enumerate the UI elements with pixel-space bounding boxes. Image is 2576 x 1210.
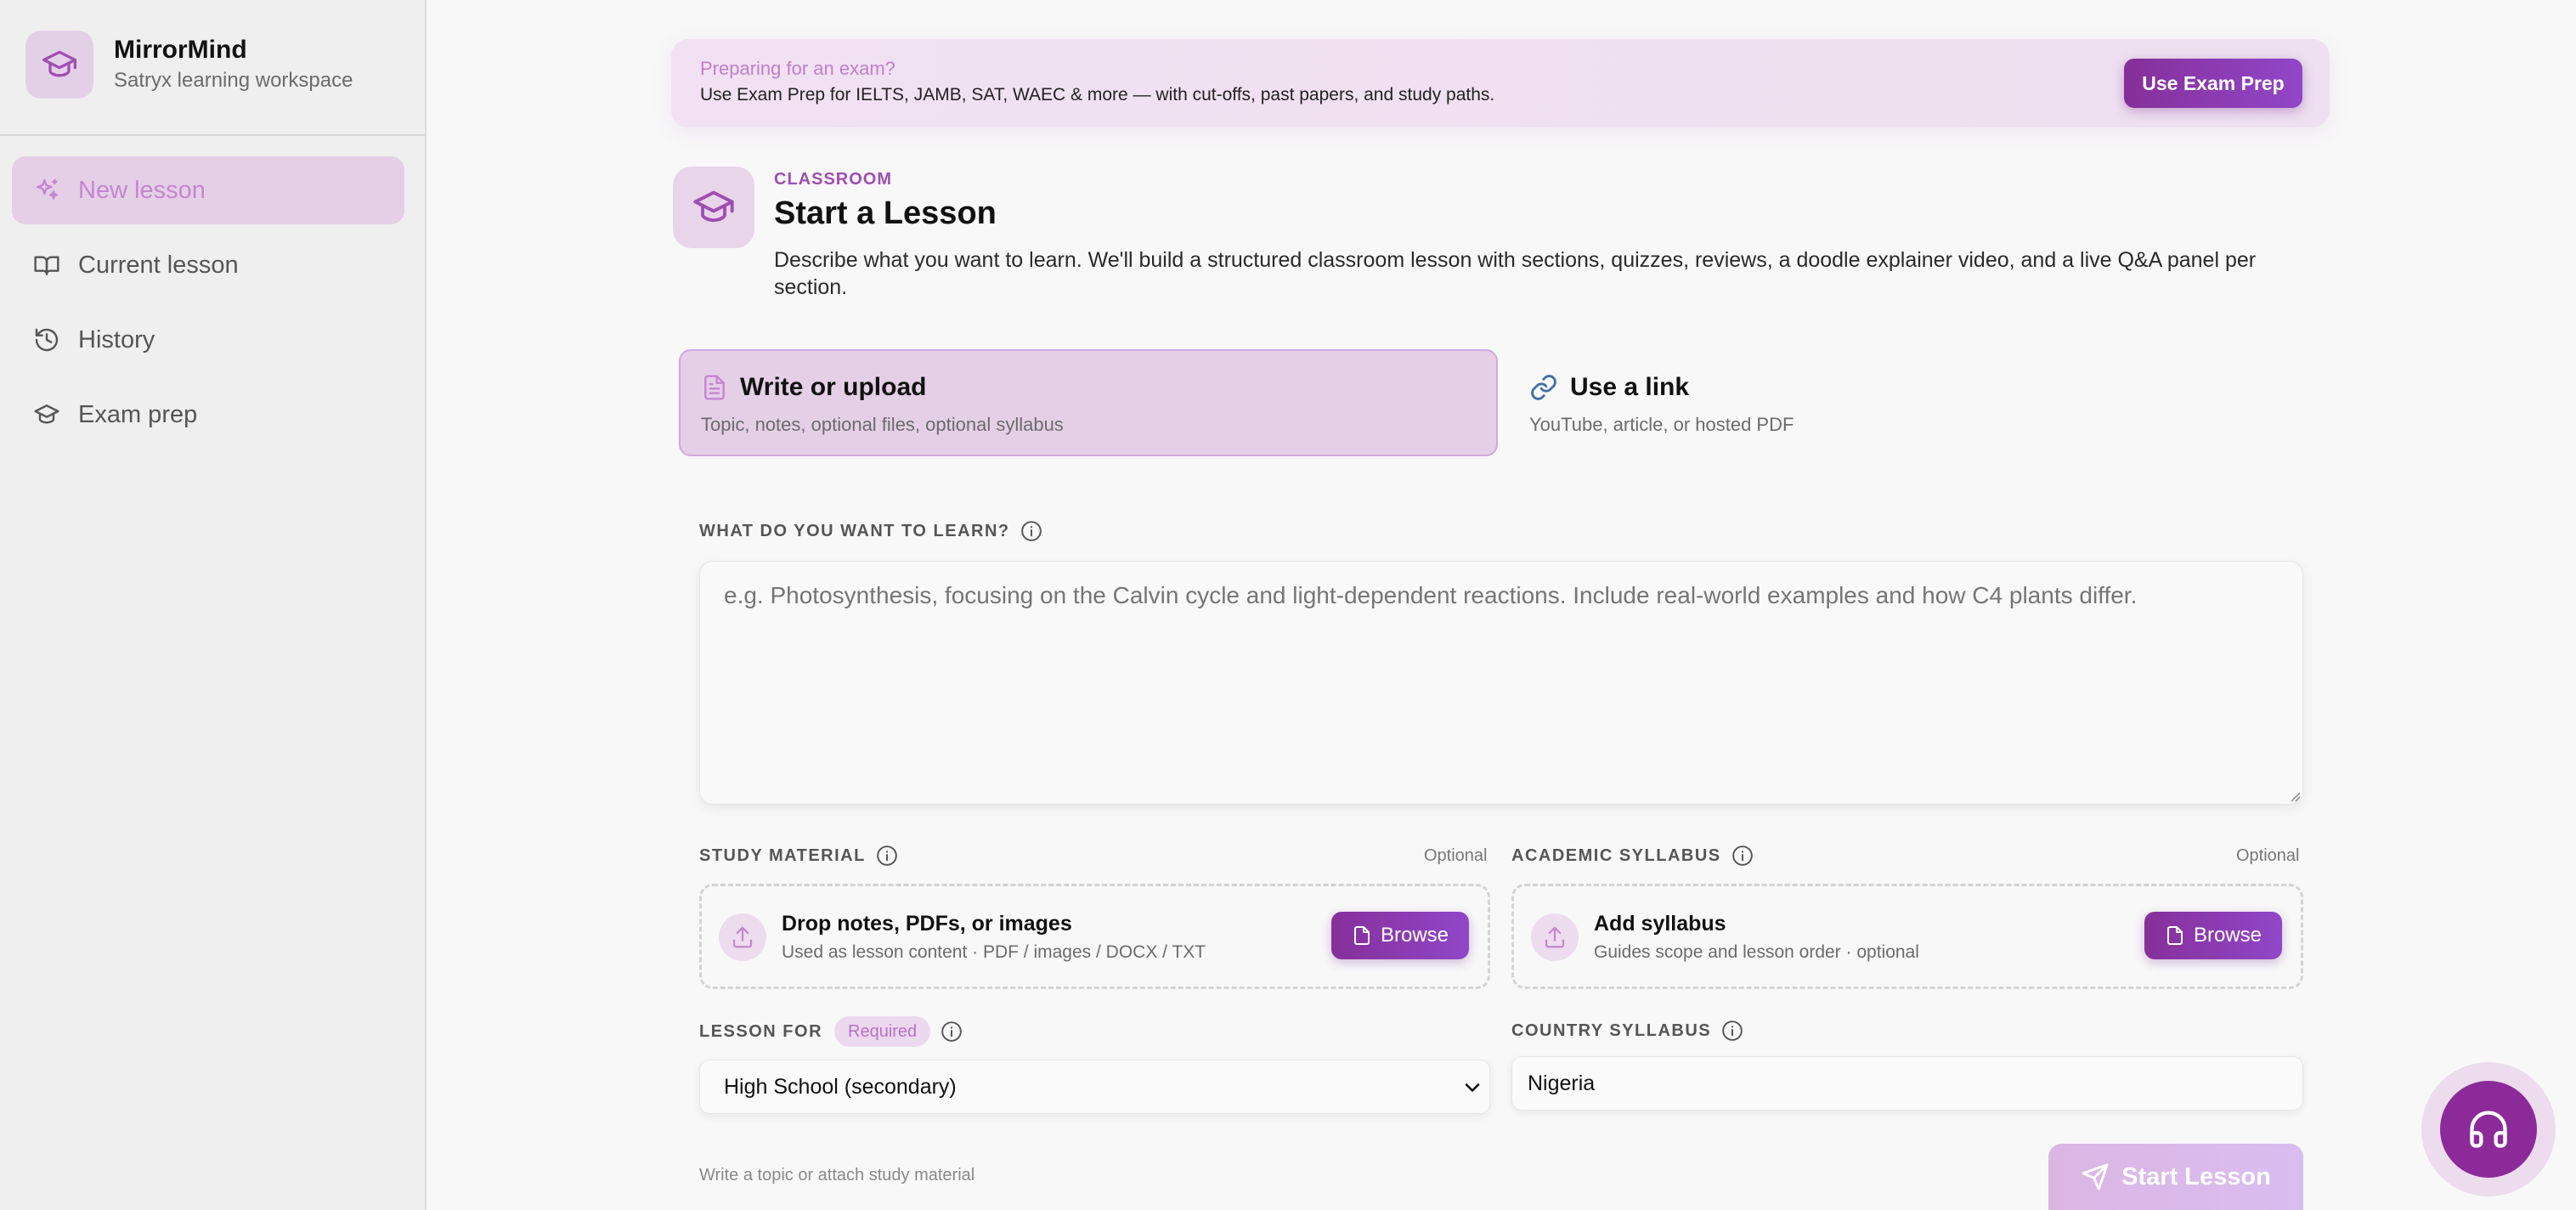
sidebar-item-label: Current lesson [78, 251, 239, 279]
brand[interactable]: MirrorMind Satryx learning workspace [25, 31, 353, 99]
banner-title: Preparing for an exam? [700, 58, 895, 79]
country-syllabus-input[interactable]: Nigeria [1511, 1056, 2303, 1111]
sidebar-item-label: Exam prep [78, 400, 198, 428]
topic-input[interactable] [699, 561, 2303, 805]
sidebar-item-current-lesson[interactable]: Current lesson [12, 231, 404, 299]
academic-syllabus-label-text: ACADEMIC SYLLABUS [1511, 845, 1721, 865]
history-icon [32, 325, 61, 354]
dropzone-title: Add syllabus [1594, 912, 1726, 936]
sidebar-item-label: New lesson [78, 176, 206, 204]
use-exam-prep-button[interactable]: Use Exam Prep [2124, 59, 2302, 108]
graduation-cap-icon [32, 400, 61, 429]
page-title: Start a Lesson [774, 195, 997, 231]
browse-syllabus-button[interactable]: Browse [2144, 912, 2282, 959]
country-syllabus-label: COUNTRY SYLLABUS [1511, 1020, 1743, 1042]
sidebar-divider [0, 134, 425, 136]
exam-prep-banner: Preparing for an exam? Use Exam Prep for… [671, 39, 2330, 127]
brand-subtitle: Satryx learning workspace [114, 69, 353, 92]
mode-subtitle: Topic, notes, optional files, optional s… [701, 414, 1064, 435]
mode-subtitle: YouTube, article, or hosted PDF [1529, 414, 1794, 435]
graduation-cap-icon [25, 31, 93, 99]
book-icon [32, 251, 61, 280]
graduation-cap-icon [673, 167, 754, 248]
dropzone-subtitle: Guides scope and lesson order · optional [1594, 942, 1919, 962]
sidebar-item-new-lesson[interactable]: New lesson [12, 156, 404, 224]
academic-syllabus-label: ACADEMIC SYLLABUS [1511, 845, 1754, 867]
sidebar-item-label: History [78, 325, 155, 353]
link-icon [1529, 373, 1558, 402]
app-root: MirrorMind Satryx learning workspace New… [0, 0, 2576, 1210]
brand-name: MirrorMind [114, 36, 247, 64]
sparkles-icon [32, 176, 61, 205]
mode-title: Write or upload [740, 373, 927, 401]
info-icon[interactable] [1721, 1020, 1743, 1042]
start-lesson-label: Start Lesson [2121, 1162, 2271, 1190]
study-material-label: STUDY MATERIAL [699, 845, 898, 867]
topic-label-text: WHAT DO YOU WANT TO LEARN? [699, 521, 1010, 540]
headphones-icon [2440, 1081, 2537, 1178]
sidebar: MirrorMind Satryx learning workspace New… [0, 0, 427, 1210]
upload-icon [1531, 913, 1579, 961]
country-syllabus-label-text: COUNTRY SYLLABUS [1511, 1021, 1712, 1040]
upload-icon [719, 913, 766, 961]
sidebar-nav: New lesson Current lesson History Exam p… [12, 156, 404, 455]
lesson-for-select[interactable]: High School (secondary) [699, 1060, 1490, 1114]
lesson-for-value: High School (secondary) [724, 1074, 957, 1099]
banner-text: Use Exam Prep for IELTS, JAMB, SAT, WAEC… [700, 85, 1495, 105]
lesson-for-label: LESSON FOR Required [699, 1016, 963, 1047]
academic-syllabus-dropzone[interactable]: Add syllabus Guides scope and lesson ord… [1511, 884, 2303, 989]
resize-handle-icon[interactable] [2289, 790, 2301, 802]
dropzone-title: Drop notes, PDFs, or images [782, 912, 1072, 936]
required-badge: Required [834, 1016, 931, 1047]
sidebar-item-exam-prep[interactable]: Exam prep [12, 381, 404, 449]
assistant-fab[interactable] [2421, 1062, 2556, 1196]
mode-use-a-link[interactable]: Use a link YouTube, article, or hosted P… [1507, 349, 2326, 456]
optional-tag: Optional [2236, 846, 2300, 865]
browse-label: Browse [2193, 924, 2262, 947]
study-material-dropzone[interactable]: Drop notes, PDFs, or images Used as less… [699, 884, 1490, 989]
document-icon [701, 374, 728, 401]
study-material-label-text: STUDY MATERIAL [699, 845, 866, 865]
file-icon [1352, 925, 1372, 946]
info-icon[interactable] [876, 845, 898, 867]
lesson-for-label-text: LESSON FOR [699, 1021, 823, 1041]
info-icon[interactable] [1731, 845, 1754, 867]
form-hint: Write a topic or attach study material [699, 1166, 975, 1185]
browse-label: Browse [1380, 924, 1449, 947]
optional-tag: Optional [1424, 846, 1488, 865]
browse-study-material-button[interactable]: Browse [1331, 912, 1469, 959]
mode-title: Use a link [1570, 373, 1690, 401]
topic-label: WHAT DO YOU WANT TO LEARN? [699, 520, 1042, 542]
sidebar-item-history[interactable]: History [12, 306, 404, 374]
chevron-down-icon [1465, 1083, 1480, 1092]
info-icon[interactable] [941, 1021, 963, 1043]
section-eyebrow: CLASSROOM [774, 170, 892, 189]
dropzone-subtitle: Used as lesson content · PDF / images / … [782, 942, 1206, 962]
file-icon [2165, 925, 2185, 946]
country-syllabus-value: Nigeria [1528, 1071, 1596, 1095]
page-description: Describe what you want to learn. We'll b… [774, 248, 2257, 299]
start-lesson-button[interactable]: Start Lesson [2048, 1144, 2303, 1210]
info-icon[interactable] [1020, 520, 1042, 542]
send-icon [2081, 1162, 2110, 1191]
mode-write-or-upload[interactable]: Write or upload Topic, notes, optional f… [679, 349, 1498, 456]
